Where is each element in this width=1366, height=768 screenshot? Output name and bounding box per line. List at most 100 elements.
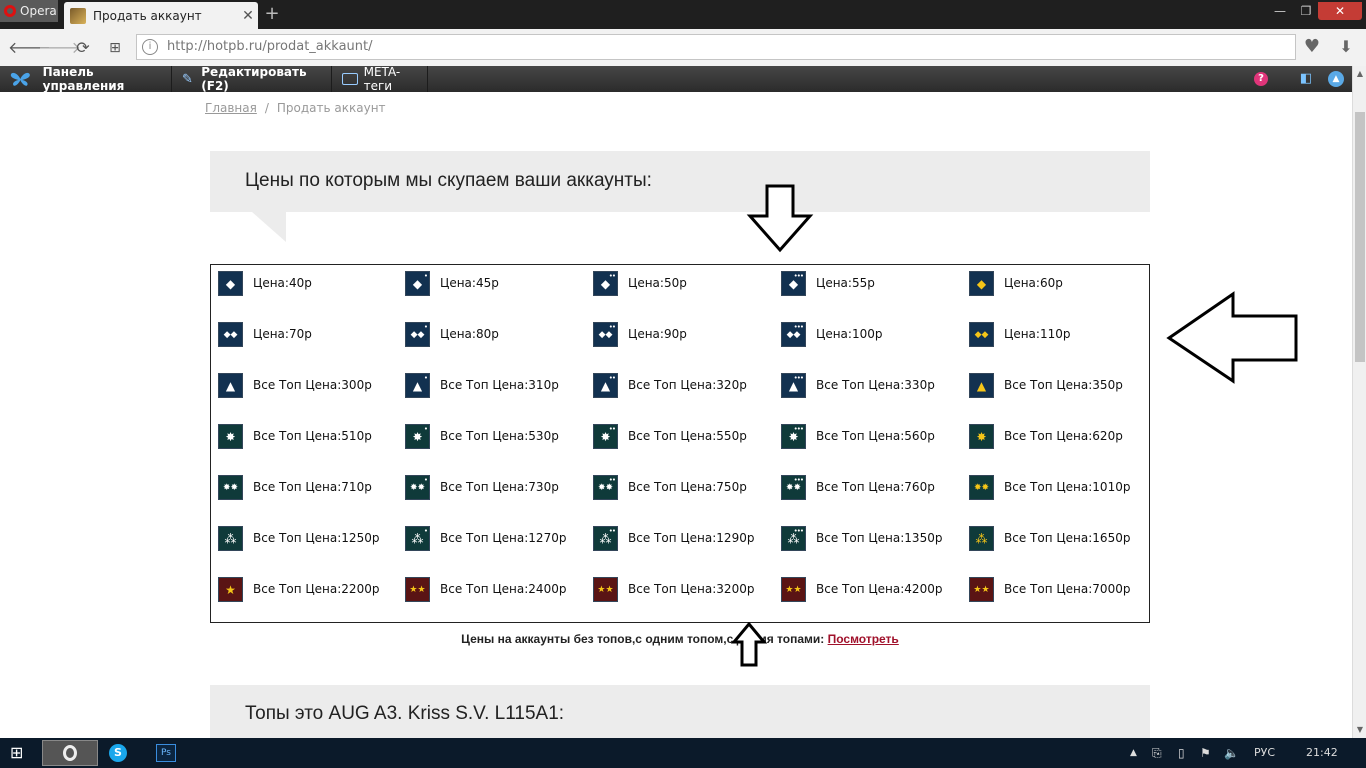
site-info-icon[interactable]: i <box>142 39 158 55</box>
prices-note-text: Цены на аккаунты без топов,с одним топом… <box>461 632 828 646</box>
rank-price-item: ◆◆ Цена:70р <box>218 321 312 347</box>
taskbar-photoshop-button[interactable]: Ps <box>138 740 194 766</box>
rank-price-item: ◆ ••• Цена:55р <box>781 270 875 296</box>
opera-menu-button[interactable]: Opera <box>0 0 58 22</box>
rank-badge-icon: ◆◆ ••• <box>781 321 806 347</box>
tray-volume-icon[interactable]: 🔈 <box>1224 745 1239 761</box>
scroll-top-icon[interactable]: ▲ <box>1328 71 1344 87</box>
rank-badge-icon: ▲ • <box>405 372 430 398</box>
rank-price-item: ◆ • Цена:45р <box>405 270 499 296</box>
rank-badge-icon: ◆ <box>969 270 994 296</box>
tray-flag-icon[interactable]: ⚑ <box>1200 745 1211 761</box>
rank-price-item: ⁂ Все Топ Цена:1650р <box>969 525 1130 551</box>
tray-language[interactable]: РУС <box>1254 745 1275 761</box>
window-close-button[interactable]: ✕ <box>1318 2 1362 20</box>
tray-power-icon[interactable]: ▯ <box>1178 745 1185 761</box>
scrollbar-thumb[interactable] <box>1355 112 1365 362</box>
scroll-down-arrow-icon[interactable]: ▼ <box>1353 722 1366 738</box>
rank-price-label: Все Топ Цена:510р <box>253 429 372 443</box>
rank-price-item: ✸ •• Все Топ Цена:550р <box>593 423 747 449</box>
rank-price-label: Цена:60р <box>1004 276 1063 290</box>
rank-price-label: Все Топ Цена:350р <box>1004 378 1123 392</box>
rank-badge-icon: ◆ • <box>405 270 430 296</box>
prices-note: Цены на аккаунты без топов,с одним топом… <box>210 632 1150 646</box>
left-arrow-annotation-icon <box>1166 291 1298 384</box>
opera-menu-label: Opera <box>20 4 57 18</box>
admin-edit-label: Редактировать (F2) <box>201 65 307 93</box>
rank-price-label: Цена:50р <box>628 276 687 290</box>
downloads-icon[interactable]: ⬇ <box>1334 35 1358 59</box>
rank-badge-icon: ⁂ • <box>405 525 430 551</box>
rank-price-label: Все Топ Цена:550р <box>628 429 747 443</box>
browser-tab-active[interactable]: Продать аккаунт ✕ <box>64 2 258 29</box>
admin-meta-link[interactable]: META-теги <box>332 65 428 93</box>
rank-price-item: ✸✸ •• Все Топ Цена:750р <box>593 474 747 500</box>
up-arrow-annotation-icon <box>731 622 767 667</box>
rank-price-label: Все Топ Цена:2200р <box>253 582 380 596</box>
rank-price-label: Цена:90р <box>628 327 687 341</box>
rank-price-label: Цена:40р <box>253 276 312 290</box>
tray-network-icon[interactable]: ⎘ <box>1152 745 1162 761</box>
rank-price-label: Все Топ Цена:620р <box>1004 429 1123 443</box>
rank-badge-icon: ⁂ ••• <box>781 525 806 551</box>
tops-section-title: Топы это AUG A3. Kriss S.V. L115A1: <box>245 703 565 724</box>
rank-badge-icon: ◆ ••• <box>781 270 806 296</box>
rank-badge-icon: ★ <box>218 576 243 602</box>
tray-clock[interactable]: 21:42 <box>1306 745 1338 761</box>
page-scrollbar[interactable]: ▲ ▼ <box>1352 66 1366 738</box>
rank-badge-icon: ✸ ••• <box>781 423 806 449</box>
rank-price-label: Все Топ Цена:1270р <box>440 531 567 545</box>
breadcrumb-home-link[interactable]: Главная <box>205 101 257 115</box>
admin-dashboard-link[interactable]: Панель управления <box>0 65 172 93</box>
admin-edit-link[interactable]: ✎ Редактировать (F2) <box>172 65 332 93</box>
rank-price-label: Цена:80р <box>440 327 499 341</box>
address-bar[interactable]: i http://hotpb.ru/prodat_akkaunt/ <box>136 34 1296 60</box>
window-minimize-button[interactable]: — <box>1268 2 1292 20</box>
prices-section-title: Цены по которым мы скупаем ваши аккаунты… <box>245 170 652 191</box>
admin-bar: Панель управления ✎ Редактировать (F2) M… <box>0 65 1352 93</box>
rank-price-item: ✸✸ • Все Топ Цена:730р <box>405 474 559 500</box>
windows-start-icon[interactable]: ⊞ <box>10 744 30 762</box>
rank-price-item: ⁂ ••• Все Топ Цена:1350р <box>781 525 942 551</box>
rank-badge-icon: ✸✸ <box>969 474 994 500</box>
rank-badge-icon: ✸✸ <box>218 474 243 500</box>
rank-price-grid: ◆ Цена:40р ◆ • Цена:45р ◆ •• Цена:50р ◆ ••• Цена:5… <box>210 264 1150 623</box>
rank-price-item: ⁂ Все Топ Цена:1250р <box>218 525 379 551</box>
rank-price-item: ◆ Цена:60р <box>969 270 1063 296</box>
rank-price-item: ◆◆ •• Цена:90р <box>593 321 687 347</box>
rank-badge-icon: ✸ <box>969 423 994 449</box>
rank-badge-icon: ▲ •• <box>593 372 618 398</box>
scroll-up-arrow-icon[interactable]: ▲ <box>1353 66 1366 82</box>
rank-price-label: Все Топ Цена:7000р <box>1004 582 1131 596</box>
reload-icon[interactable]: ⟳ <box>72 37 94 59</box>
speed-dial-grid-icon[interactable]: ⊞ <box>104 37 126 59</box>
url-text[interactable]: http://hotpb.ru/prodat_akkaunt/ <box>167 39 373 54</box>
admin-dashboard-label: Панель управления <box>42 65 125 93</box>
window-maximize-button[interactable]: ❐ <box>1294 2 1318 20</box>
rank-price-item: ✸✸ Все Топ Цена:1010р <box>969 474 1131 500</box>
photoshop-app-icon: Ps <box>156 744 176 762</box>
help-icon[interactable]: ? <box>1254 72 1268 86</box>
rank-price-item: ✸ • Все Топ Цена:530р <box>405 423 559 449</box>
forward-arrow-icon[interactable]: 🡒 <box>38 37 81 59</box>
bookmark-heart-icon[interactable]: ♥ <box>1300 35 1324 59</box>
new-tab-button[interactable]: + <box>262 3 282 25</box>
sidebar-toggle-icon[interactable]: ◧ <box>1298 71 1314 87</box>
rank-price-label: Все Топ Цена:320р <box>628 378 747 392</box>
rank-price-item: ★★ Все Топ Цена:7000р <box>969 576 1131 602</box>
rank-price-item: ★★ Все Топ Цена:4200р <box>781 576 942 602</box>
rank-price-label: Цена:110р <box>1004 327 1071 341</box>
view-prices-link[interactable]: Посмотреть <box>828 632 899 646</box>
rank-price-label: Все Топ Цена:1010р <box>1004 480 1131 494</box>
windows-taskbar: ⊞ S Ps ▲ ⎘ ▯ ⚑ 🔈 РУС 21:42 <box>0 738 1366 768</box>
rank-badge-icon: ▲ ••• <box>781 372 806 398</box>
rank-badge-icon: ◆◆ •• <box>593 321 618 347</box>
back-arrow-icon[interactable]: 🡐 <box>8 37 51 59</box>
rank-price-label: Все Топ Цена:310р <box>440 378 559 392</box>
rank-price-item: ✸✸ Все Топ Цена:710р <box>218 474 372 500</box>
tab-close-icon[interactable]: ✕ <box>238 8 258 24</box>
rank-price-item: ▲ • Все Топ Цена:310р <box>405 372 559 398</box>
down-arrow-annotation-icon <box>746 184 814 253</box>
rank-price-item: ✸ Все Топ Цена:510р <box>218 423 372 449</box>
tray-expand-icon[interactable]: ▲ <box>1130 745 1137 761</box>
